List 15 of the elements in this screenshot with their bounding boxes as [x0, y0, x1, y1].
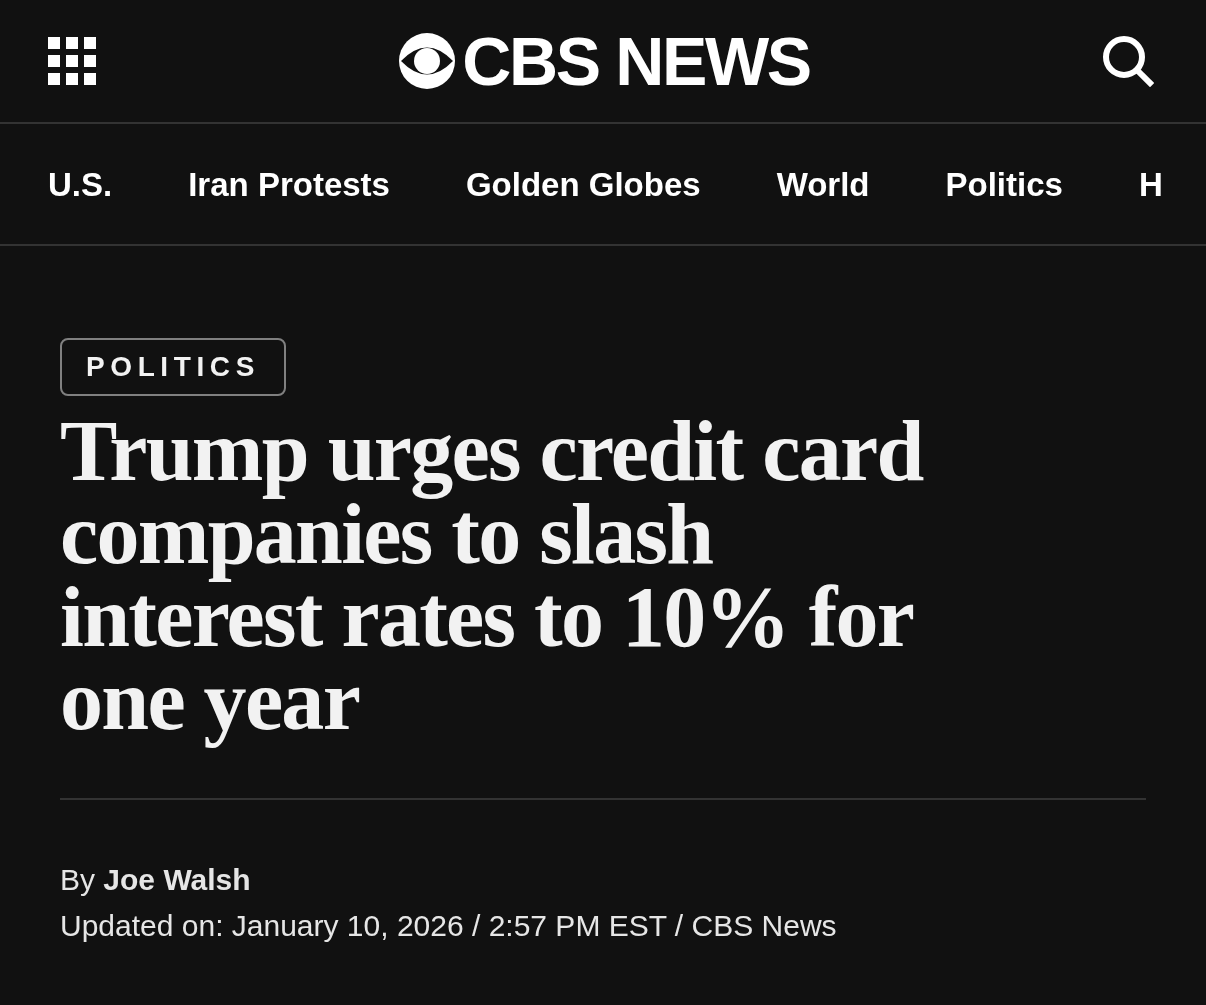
- updated-date: Updated on: January 10, 2026 / 2:57 PM EST / CBS News: [60, 908, 838, 944]
- grid-menu-icon[interactable]: [48, 37, 96, 85]
- nav-link[interactable]: Iran Protests: [188, 167, 390, 201]
- nav-link[interactable]: H: [1138, 167, 1163, 201]
- nav-link[interactable]: Golden Globes: [465, 167, 701, 201]
- nav-link[interactable]: U.S.: [48, 167, 113, 201]
- logo-text: CBS NEWS: [462, 27, 810, 95]
- byline: By Joe Walsh: [60, 862, 252, 898]
- nav-link[interactable]: World: [776, 167, 870, 201]
- headline: Trump urges credit card companies to slash interest rates to 10% for one year: [60, 406, 925, 750]
- search-icon[interactable]: [1102, 35, 1154, 87]
- nav-link[interactable]: Politics: [945, 167, 1063, 201]
- eye-logo-icon: [398, 32, 457, 90]
- category-tag[interactable]: POLITICS: [60, 338, 286, 396]
- logo-link[interactable]: CBS NEWS: [398, 27, 810, 95]
